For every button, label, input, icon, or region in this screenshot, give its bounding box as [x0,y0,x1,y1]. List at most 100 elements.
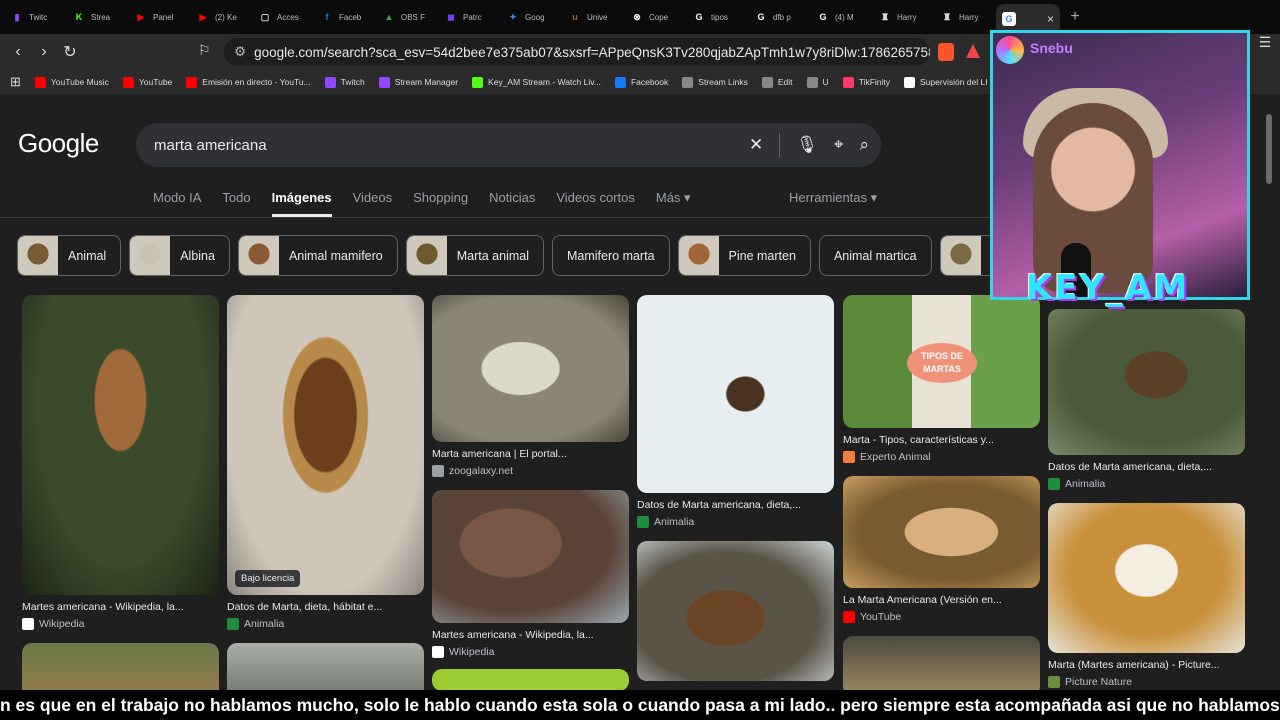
browser-tab[interactable]: ▶ (2) Ke [190,3,252,31]
result-card[interactable]: Marta americana | El portal... zoogalaxy… [432,295,629,478]
browser-tab[interactable]: ▶ Panel [128,3,190,31]
bookmark-item[interactable]: Edit [761,76,793,88]
side-panel-icon[interactable]: ☰ [1250,34,1280,94]
result-image[interactable] [637,541,834,681]
tools-button[interactable]: Herramientas ▾ [789,190,877,206]
forward-icon[interactable]: › [31,43,57,61]
browser-tab[interactable]: ✦ Goog [500,3,562,31]
scrollbar-thumb[interactable] [1266,114,1272,184]
search-tab[interactable]: Videos cortos [556,190,635,217]
browser-tab[interactable]: G (4) M [810,3,872,31]
browser-tab[interactable]: ▮ Twitc [4,3,66,31]
result-source[interactable]: YouTube [843,610,1040,624]
refinement-chip[interactable]: Animal mamifero [237,235,398,276]
apps-grid-icon[interactable]: ⊞ [10,74,21,90]
browser-tab[interactable]: K Strea [66,3,128,31]
bookmark-item[interactable]: Emisión en directo - YouTu... [186,76,311,88]
result-image[interactable] [843,476,1040,588]
bookmark-item[interactable]: YouTube Music [34,76,109,88]
browser-tab[interactable]: u Unive [562,3,624,31]
search-icon[interactable]: ⌕ [859,135,869,155]
browser-tab[interactable]: Gdfb p [748,3,810,31]
result-card[interactable]: Datos de Marta americana, dieta,... Anim… [1048,309,1245,491]
search-tab[interactable]: Todo [222,190,250,217]
browser-tab[interactable]: ♜ Harry [872,3,934,31]
result-card[interactable]: Martes americana - Wikipedia, la... Wiki… [432,490,629,659]
search-tab[interactable]: Videos [353,190,393,217]
lens-camera-icon[interactable]: ⌖ [834,135,844,155]
browser-tab[interactable]: ▲ OBS F [376,3,438,31]
result-image[interactable] [637,295,834,493]
bookmark-item[interactable]: Key_AM Stream - Watch Liv... [472,76,601,88]
search-tab[interactable]: Más ▾ [656,190,691,217]
result-title[interactable]: Martes americana - Wikipedia, la... [22,601,219,613]
result-source[interactable]: Wikipedia [22,617,219,631]
result-card[interactable]: Datos de Marta americana, dieta,... Anim… [637,295,834,529]
new-tab-icon[interactable]: + [1060,8,1090,26]
result-title[interactable]: Marta (Martes americana) - Picture... [1048,659,1245,671]
microphone-icon[interactable]: 🎙︎ [796,135,818,155]
clear-icon[interactable]: ✕ [749,135,763,155]
search-input[interactable]: marta americana ✕ 🎙︎ ⌖ ⌕ [136,123,881,167]
bookmark-item[interactable]: Stream Links [682,76,748,88]
result-title[interactable]: Martes americana - Wikipedia, la... [432,629,629,641]
refinement-chip[interactable]: Albina [129,235,230,276]
search-tab[interactable]: Noticias [489,190,535,217]
result-image[interactable] [1048,309,1245,455]
browser-tab[interactable]: f Faceb [314,3,376,31]
search-tab[interactable]: Imágenes [271,190,332,217]
result-title[interactable]: Datos de Marta, dieta, hábitat e... [227,601,424,613]
search-tab[interactable]: Modo IA [153,190,201,217]
result-source[interactable]: Picture Nature [1048,675,1245,689]
result-card[interactable]: TIPOS DE MARTAS Marta - Tipos, caracterí… [843,295,1040,464]
result-source[interactable]: Wikipedia [432,645,629,659]
reload-icon[interactable]: ↻ [57,42,83,62]
result-title[interactable]: Datos de Marta americana, dieta,... [637,499,834,511]
result-image[interactable] [1048,503,1245,653]
result-card[interactable]: Martes americana - Wikipedia, la... Wiki… [22,295,219,631]
result-title[interactable]: Datos de Marta americana, dieta,... [1048,461,1245,473]
result-title[interactable]: La Marta Americana (Versión en... [843,594,1040,606]
license-badge[interactable]: Bajo licencia [235,570,301,587]
result-source[interactable]: Experto Animal [843,450,1040,464]
result-source[interactable]: zoogalaxy.net [432,464,629,478]
result-image[interactable] [843,636,1040,696]
bookmark-item[interactable]: Facebook [614,76,668,88]
bookmark-item[interactable]: Supervisión del LI [904,76,988,88]
address-bar[interactable]: ⚙ google.com/search?sca_esv=54d2bee7e375… [224,38,930,66]
refinement-chip[interactable]: Animal martica [818,235,932,276]
brave-shield-icon[interactable] [938,43,954,61]
browser-tab[interactable]: ♜ Harry [934,3,996,31]
site-info-icon[interactable]: ⚙ [234,44,246,60]
bookmark-item[interactable]: YouTube [122,76,172,88]
page-scrollbar[interactable] [1266,100,1274,690]
refinement-chip[interactable]: Mamifero marta [552,235,670,276]
rewards-icon[interactable] [966,44,980,58]
result-title[interactable]: Marta - Tipos, características y... [843,434,1040,446]
result-card[interactable]: La Marta Americana (Versión en... YouTub… [843,476,1040,624]
result-image[interactable] [432,669,629,691]
result-image[interactable] [22,295,219,595]
result-image[interactable] [432,295,629,442]
result-card[interactable]: Bajo licencia Datos de Marta, dieta, háb… [227,295,424,631]
result-image[interactable]: Bajo licencia [227,295,424,595]
search-tab[interactable]: Shopping [413,190,468,217]
bookmark-item[interactable]: Stream Manager [378,76,458,88]
refinement-chip[interactable]: Marta animal [405,235,544,276]
result-image[interactable]: TIPOS DE MARTAS [843,295,1040,428]
result-source[interactable]: Animalia [637,515,834,529]
browser-tab[interactable]: ◼ Patrc [438,3,500,31]
result-card[interactable]: Marta (Martes americana) - Picture... Pi… [1048,503,1245,689]
google-logo[interactable]: Google [18,128,99,159]
bookmark-icon[interactable]: ⚐ [198,42,211,59]
browser-tab[interactable]: ▢ Acces [252,3,314,31]
close-tab-icon[interactable]: × [1047,12,1054,26]
bookmark-item[interactable]: U [806,76,829,88]
refinement-chip[interactable]: Pine marten [677,235,811,276]
browser-tab[interactable]: Gtipos [686,3,748,31]
back-icon[interactable]: ‹ [5,43,31,61]
result-title[interactable]: Marta americana | El portal... [432,448,629,460]
result-source[interactable]: Animalia [1048,477,1245,491]
refinement-chip[interactable]: Animal [17,235,122,276]
bookmark-item[interactable]: Twitch [324,76,365,88]
